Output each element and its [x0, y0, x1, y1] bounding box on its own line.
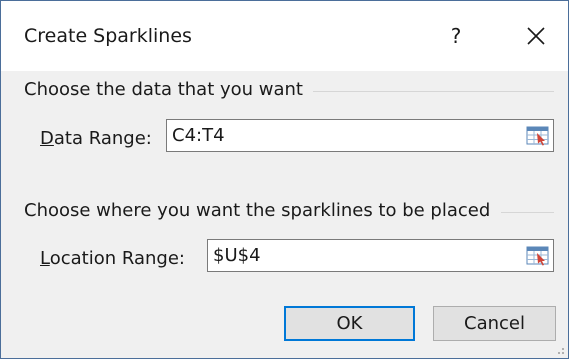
location-range-value: $U$4	[213, 245, 261, 266]
close-button[interactable]	[517, 17, 555, 55]
help-button[interactable]: ?	[439, 19, 473, 53]
dialog-title: Create Sparklines	[24, 25, 192, 47]
location-range-input[interactable]: $U$4	[207, 239, 554, 272]
ok-button[interactable]: OK	[284, 306, 415, 341]
location-range-selector-button[interactable]	[524, 242, 551, 269]
title-bar: Create Sparklines ?	[1, 1, 568, 71]
data-range-selector-button[interactable]	[524, 122, 551, 149]
data-range-label-text: ata Range:	[53, 128, 152, 149]
cancel-button[interactable]: Cancel	[433, 306, 556, 341]
range-selector-icon	[526, 246, 549, 266]
location-range-hotkey: L	[40, 248, 50, 269]
data-range-input[interactable]: C4:T4	[166, 119, 554, 152]
close-icon	[527, 27, 545, 45]
data-range-hotkey: D	[40, 128, 54, 149]
group-divider	[301, 91, 554, 92]
group-divider	[501, 212, 554, 213]
create-sparklines-dialog: Create Sparklines ? Choose the data that…	[0, 0, 569, 359]
range-selector-icon	[526, 126, 549, 146]
location-range-label: Location Range:	[40, 248, 185, 269]
data-range-value: C4:T4	[172, 125, 225, 146]
data-group-heading: Choose the data that you want	[24, 79, 313, 100]
location-group-heading: Choose where you want the sparklines to …	[24, 200, 501, 221]
location-range-label-text: ocation Range:	[49, 248, 185, 269]
data-range-label: Data Range:	[40, 128, 152, 149]
resize-grip-icon[interactable]	[553, 343, 565, 355]
